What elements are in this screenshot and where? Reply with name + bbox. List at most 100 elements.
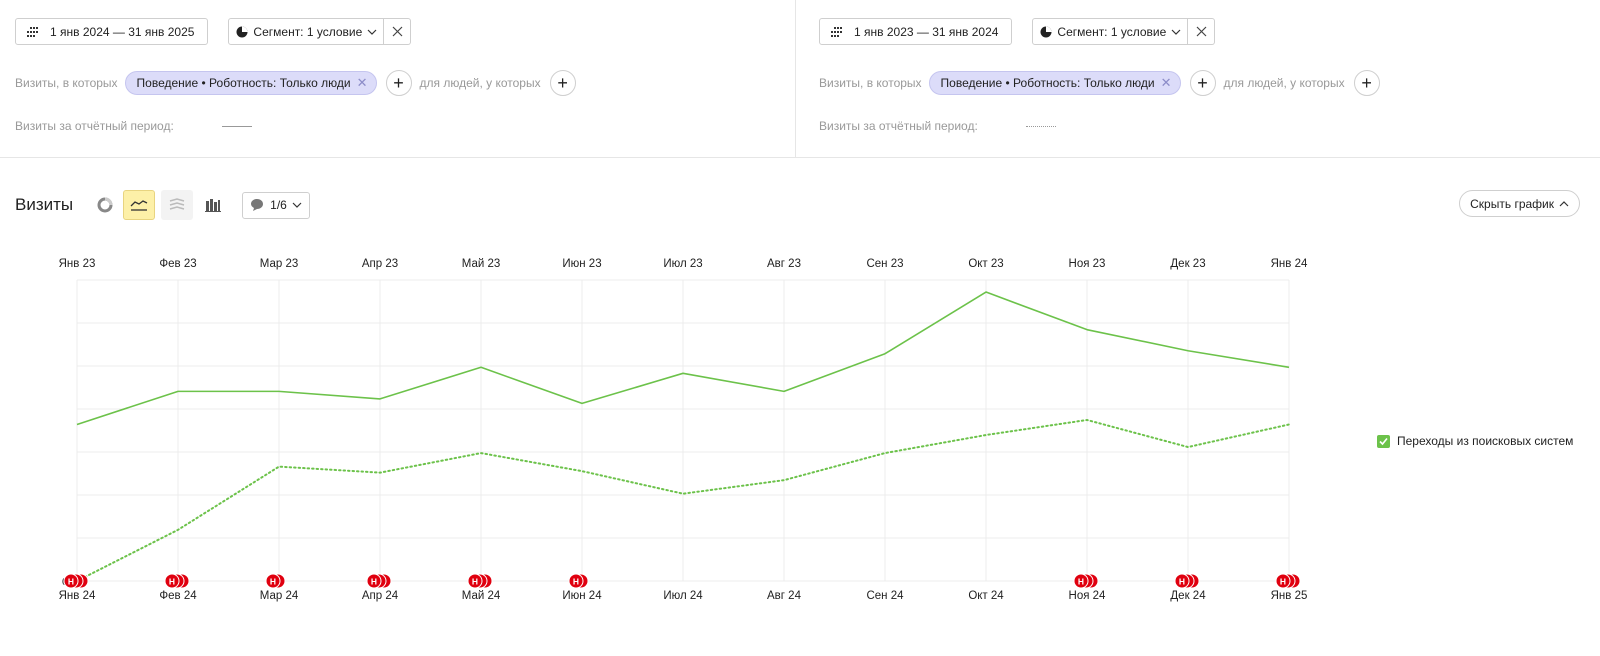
left-filter-chip-label: Поведение • Роботность: Только люди: [136, 76, 351, 90]
bottom-axis-tick-label: Июл 24: [663, 590, 703, 602]
right-visits-prefix: Визиты, в которых: [819, 76, 922, 90]
plus-icon: +: [557, 72, 568, 93]
bottom-axis-tick-label: Янв 25: [1271, 590, 1308, 602]
series-point: [884, 452, 886, 454]
plus-icon: +: [1361, 72, 1372, 93]
left-add-visit-condition-button[interactable]: +: [385, 70, 412, 96]
right-date-range-label: 1 янв 2023 — 31 янв 2024: [854, 24, 999, 39]
right-filter-row: Визиты, в которых Поведение • Роботность…: [819, 70, 1380, 96]
chip-close-icon[interactable]: ✕: [357, 75, 368, 91]
left-filter-row: Визиты, в которых Поведение • Роботность…: [15, 70, 576, 96]
series-point: [783, 390, 785, 392]
top-axis-tick-label: Янв 24: [1271, 258, 1308, 270]
left-add-people-condition-button[interactable]: +: [549, 70, 576, 96]
series-point: [985, 291, 987, 293]
top-axis-tick-label: Дек 23: [1170, 258, 1205, 270]
bar-chart-icon[interactable]: [197, 190, 229, 220]
chip-close-icon[interactable]: ✕: [1161, 75, 1172, 91]
right-period-row: Визиты за отчётный период:: [819, 119, 1056, 133]
area-chart-icon[interactable]: [161, 190, 194, 220]
header-separator: [0, 157, 1600, 158]
right-add-visit-condition-button[interactable]: +: [1189, 70, 1216, 96]
chart-legend[interactable]: Переходы из поисковых систем: [1377, 434, 1573, 448]
bottom-axis-tick-label: Авг 24: [767, 590, 802, 602]
bottom-axis-tick-label: Июн 24: [562, 590, 602, 602]
top-axis-tick-label: Июл 23: [663, 258, 702, 270]
comments-count: 1/6: [270, 198, 287, 212]
top-axis-tick-label: Окт 23: [968, 258, 1003, 270]
bottom-axis-tick-label: Сен 24: [866, 590, 904, 602]
annotation-marker-glyph: Н: [1078, 577, 1084, 587]
top-axis-tick-label: Май 23: [462, 258, 501, 270]
annotation-marker-glyph: Н: [573, 577, 579, 587]
calendar-icon: [27, 26, 38, 37]
annotation-marker-glyph: Н: [1280, 577, 1286, 587]
right-filter-chip[interactable]: Поведение • Роботность: Только люди ✕: [928, 71, 1181, 95]
series-point: [76, 423, 78, 425]
right-add-people-condition-button[interactable]: +: [1353, 70, 1380, 96]
left-date-range-label: 1 янв 2024 — 31 янв 2025: [50, 24, 195, 39]
top-axis-tick-label: Июн 23: [562, 258, 601, 270]
chevron-down-icon: [367, 29, 377, 35]
comment-bubble-icon: [251, 199, 264, 211]
comments-dropdown[interactable]: 1/6: [242, 191, 310, 219]
series-point: [379, 472, 381, 474]
plus-icon: +: [1197, 72, 1208, 93]
close-icon: [1196, 26, 1207, 37]
series-point: [1187, 446, 1189, 448]
right-controls-row: 1 янв 2023 — 31 янв 2024 Сегмент: 1 усло…: [819, 18, 1216, 45]
top-axis-tick-label: Янв 23: [59, 258, 96, 270]
right-segment-remove-button[interactable]: [1188, 18, 1216, 45]
series-point: [1187, 350, 1189, 352]
left-filter-chip[interactable]: Поведение • Роботность: Только люди ✕: [124, 71, 377, 95]
series-point: [985, 434, 987, 436]
right-filter-chip-label: Поведение • Роботность: Только люди: [940, 76, 1155, 90]
bottom-axis-tick-label: Мар 24: [260, 590, 299, 602]
series-point: [884, 353, 886, 355]
left-period-row: Визиты за отчётный период:: [15, 119, 252, 133]
left-segment-button[interactable]: Сегмент: 1 условие: [228, 18, 385, 45]
right-date-range-button[interactable]: 1 янв 2023 — 31 янв 2024: [819, 18, 1013, 45]
left-segment-remove-button[interactable]: [384, 18, 412, 45]
series-point: [581, 402, 583, 404]
series-point: [682, 493, 684, 495]
series-point: [379, 398, 381, 400]
left-people-label: для людей, у которых: [419, 76, 541, 90]
series-point: [177, 390, 179, 392]
top-axis-tick-label: Апр 23: [362, 258, 398, 270]
series-point: [278, 390, 280, 392]
right-period-label: Визиты за отчётный период:: [819, 119, 978, 133]
series-point: [682, 372, 684, 374]
legend-label: Переходы из поисковых систем: [1397, 434, 1574, 448]
annotation-marker-glyph: Н: [169, 577, 175, 587]
series-point: [1288, 423, 1290, 425]
right-comparison-panel: 1 янв 2023 — 31 янв 2024 Сегмент: 1 усло…: [796, 0, 1600, 158]
right-segment-button[interactable]: Сегмент: 1 условие: [1032, 18, 1189, 45]
top-axis-tick-label: Авг 23: [767, 258, 801, 270]
series-point: [1086, 419, 1088, 421]
left-segment-label: Сегмент: 1 условие: [253, 24, 363, 39]
line-chart-icon[interactable]: [123, 190, 156, 220]
left-date-range-button[interactable]: 1 янв 2024 — 31 янв 2025: [15, 18, 209, 45]
hide-chart-button[interactable]: Скрыть график: [1459, 190, 1580, 217]
calendar-icon: [831, 26, 842, 37]
bottom-axis-tick-label: Май 24: [462, 590, 501, 602]
chevron-down-icon: [1171, 29, 1181, 35]
left-comparison-panel: 1 янв 2024 — 31 янв 2025 Сегмент: 1 усло…: [0, 0, 795, 158]
top-axis-tick-label: Мар 23: [260, 258, 299, 270]
legend-checkbox[interactable]: [1377, 434, 1390, 448]
bottom-axis-tick-label: Фев 24: [159, 590, 197, 602]
chevron-down-icon: [292, 202, 302, 208]
chart-title: Визиты: [15, 195, 74, 214]
right-segment-label: Сегмент: 1 условие: [1057, 24, 1167, 39]
left-period-label: Визиты за отчётный период:: [15, 119, 174, 133]
series-point: [480, 366, 482, 368]
left-visits-prefix: Визиты, в которых: [15, 76, 118, 90]
annotation-marker-glyph: Н: [68, 577, 74, 587]
bottom-axis-tick-label: Окт 24: [968, 590, 1004, 602]
pie-chart-icon[interactable]: [89, 190, 121, 220]
solid-line-sample: [221, 125, 252, 127]
bottom-axis-tick-label: Янв 24: [59, 590, 96, 602]
bottom-axis-tick-label: Дек 24: [1170, 590, 1206, 602]
checkmark-icon: [1379, 437, 1388, 445]
